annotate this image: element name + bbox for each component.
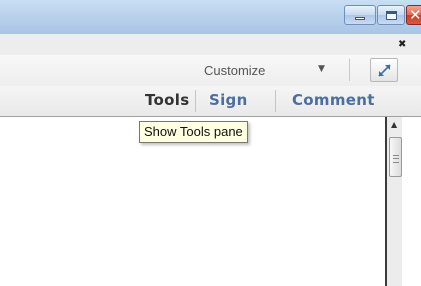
- tab-comment[interactable]: Comment: [292, 91, 375, 109]
- close-button[interactable]: ✕: [406, 5, 421, 25]
- close-icon: ✕: [409, 6, 421, 24]
- chevron-down-icon[interactable]: ▼: [318, 64, 325, 74]
- toolbar-divider: [349, 59, 350, 81]
- tab-tools[interactable]: Tools: [145, 91, 189, 109]
- maximize-icon: [386, 11, 397, 20]
- maximize-button[interactable]: [377, 5, 405, 25]
- close-document-icon[interactable]: ✖: [398, 39, 406, 50]
- expand-arrows-icon: [378, 64, 391, 77]
- tab-divider: [275, 90, 276, 112]
- tooltip: Show Tools pane: [139, 121, 248, 143]
- grip-icon: [393, 155, 399, 163]
- scroll-up-icon[interactable]: ▲: [391, 120, 397, 129]
- customize-button[interactable]: Customize: [204, 63, 265, 78]
- tab-sign[interactable]: Sign: [209, 91, 248, 109]
- full-screen-button[interactable]: [370, 58, 398, 82]
- tab-divider: [195, 90, 196, 112]
- minimize-button[interactable]: [344, 5, 376, 25]
- menu-bar: [0, 34, 421, 56]
- scrollbar-thumb[interactable]: [389, 137, 402, 177]
- side-panel-edge: [402, 117, 421, 286]
- minimize-icon: [355, 17, 365, 20]
